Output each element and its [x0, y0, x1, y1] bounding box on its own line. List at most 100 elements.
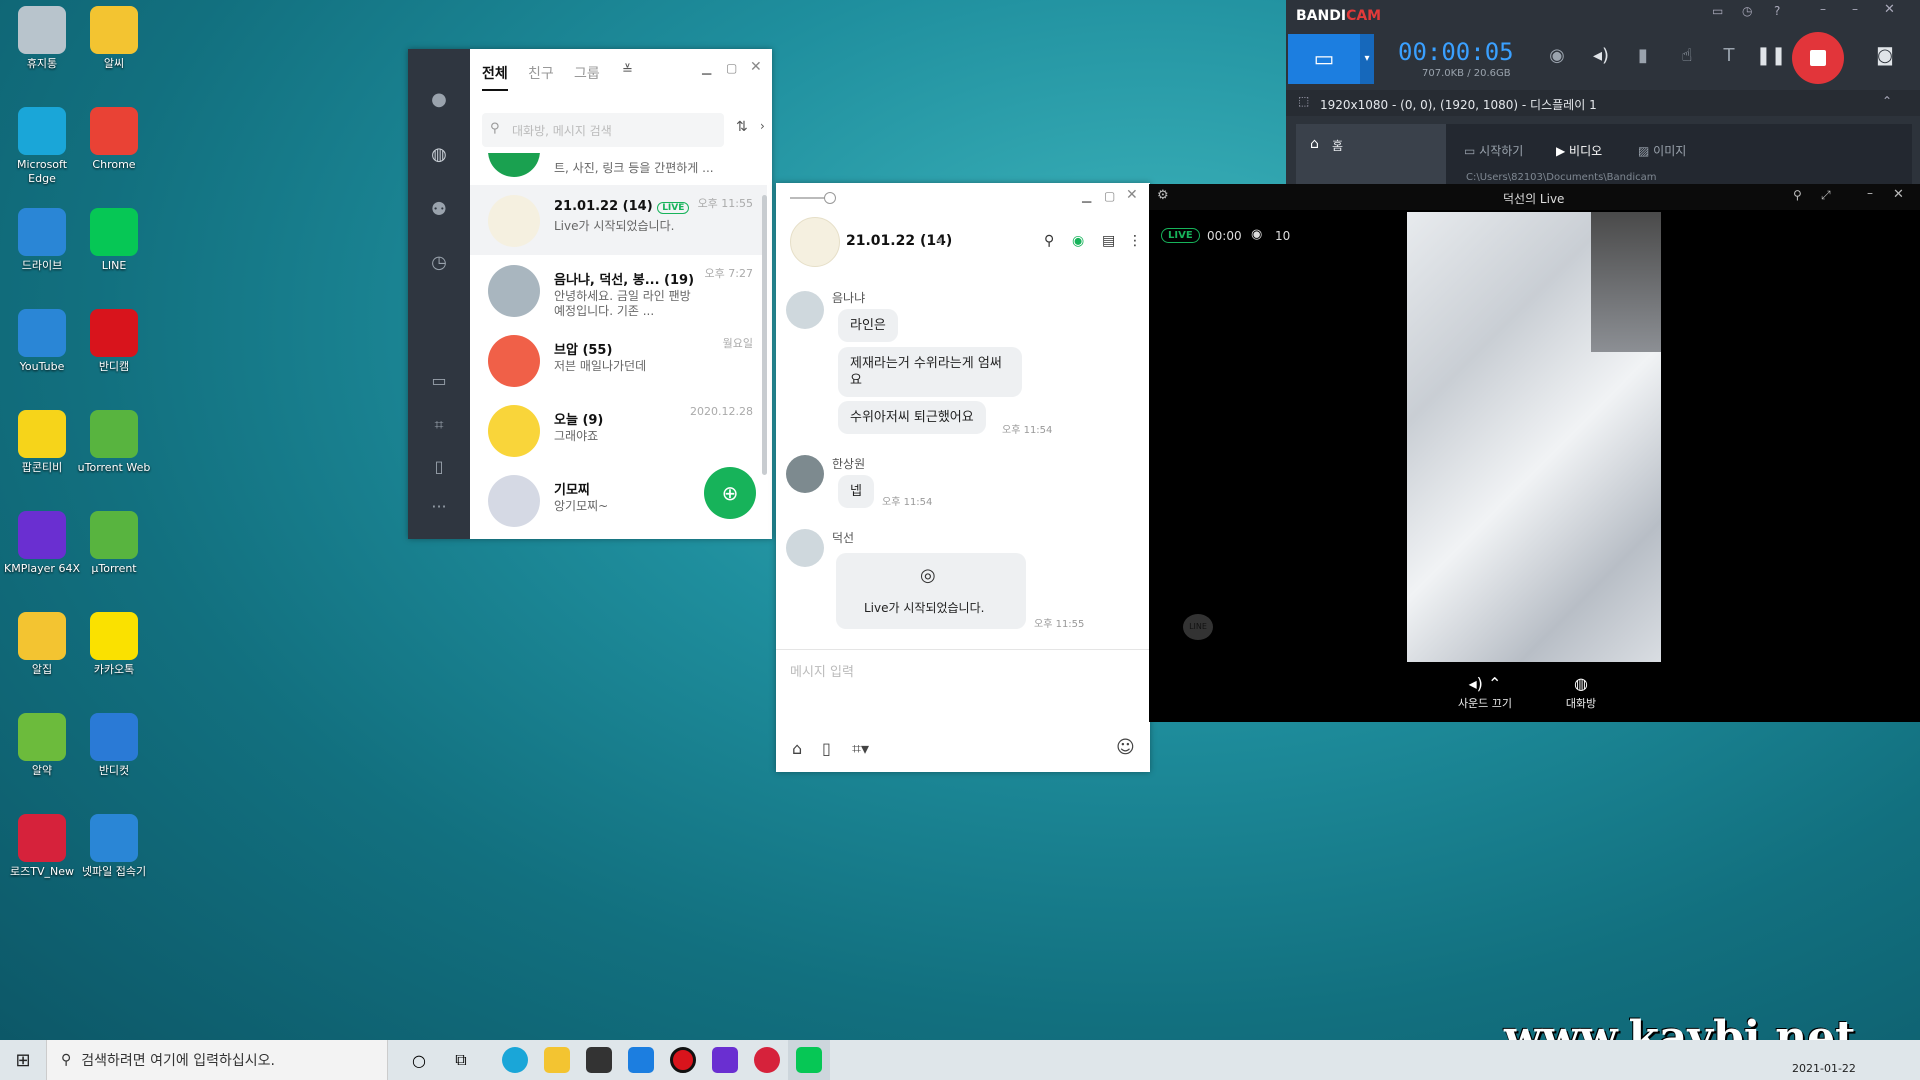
text-icon[interactable]: T: [1714, 40, 1744, 70]
desktop-icon[interactable]: 휴지통: [2, 6, 82, 71]
minimize-button[interactable]: –: [1820, 2, 1826, 16]
live-icon[interactable]: ◉: [1072, 233, 1084, 249]
desktop-icon[interactable]: YouTube: [2, 309, 82, 374]
history-icon[interactable]: ◷: [428, 252, 450, 274]
close-button[interactable]: ✕: [1884, 2, 1895, 17]
tab-groups[interactable]: 그룹: [574, 63, 600, 83]
maximize-button[interactable]: ▢: [1104, 189, 1115, 203]
desktop-icon[interactable]: 알씨: [74, 6, 154, 71]
desktop-icon[interactable]: 드라이브: [2, 208, 82, 273]
fullscreen-icon[interactable]: ⤢: [1821, 188, 1831, 203]
desktop-icon[interactable]: 카카오톡: [74, 612, 154, 677]
close-button[interactable]: ✕: [1126, 187, 1138, 203]
microphone-icon[interactable]: ▮: [1628, 40, 1658, 70]
desktop-icon[interactable]: KMPlayer 64X: [2, 511, 82, 576]
more-icon[interactable]: ···: [428, 497, 450, 519]
taskbar-line[interactable]: [788, 1040, 830, 1080]
nav-start[interactable]: ▭ 시작하기: [1464, 142, 1523, 159]
search-input[interactable]: ⚲ 대화방, 메시지 검색: [482, 113, 724, 147]
taskbar-explorer[interactable]: [536, 1040, 578, 1080]
collapse-chevron-icon[interactable]: ›: [760, 119, 765, 133]
scrollbar[interactable]: [762, 195, 767, 475]
message-input[interactable]: 메시지 입력: [790, 661, 854, 680]
pause-icon[interactable]: ❚❚: [1756, 40, 1786, 70]
nav-video[interactable]: ▶ 비디오: [1556, 142, 1602, 159]
speaker-icon[interactable]: ◂): [1586, 40, 1616, 70]
desktop-icon-label: 알약: [31, 764, 53, 777]
home-tab[interactable]: ⌂ 홈: [1296, 124, 1446, 184]
taskbar-store[interactable]: [578, 1040, 620, 1080]
tab-all[interactable]: 전체: [482, 63, 508, 91]
desktop-icon[interactable]: 반디캠: [74, 309, 154, 374]
maximize-button[interactable]: –: [1852, 2, 1858, 16]
bookmark-icon[interactable]: ▯: [428, 457, 450, 479]
cortana-button[interactable]: ○: [398, 1040, 440, 1080]
friends-icon[interactable]: ●: [428, 89, 450, 111]
minimize-button[interactable]: –: [1867, 186, 1873, 200]
chatroom-button[interactable]: ◍ 대화방: [1551, 674, 1611, 711]
chat-list-item[interactable]: 오늘 (9) 그래야죠 2020.12.28: [470, 395, 767, 465]
tab-friends[interactable]: 친구: [528, 63, 554, 83]
menu-icon[interactable]: ⋮: [1128, 233, 1142, 249]
cursor-icon[interactable]: ☝: [1672, 40, 1702, 70]
chat-list-item[interactable]: 21.01.22 (14) LIVE Live가 시작되었습니다. 오후 11:55: [470, 185, 767, 255]
settings-icon[interactable]: ⚙: [1157, 188, 1169, 203]
mode-dropdown[interactable]: ▾: [1360, 34, 1374, 84]
chat-list-item[interactable]: 음나냐, 덕선, 봉... (19) 안녕하세요. 금일 라인 팬방 예정입니다.…: [470, 255, 767, 325]
filter-icon[interactable]: ≚: [622, 63, 633, 78]
add-friend-icon[interactable]: ⚉: [428, 199, 450, 221]
new-chat-button[interactable]: ⊕: [704, 467, 756, 519]
folder-icon[interactable]: ▭: [1712, 4, 1723, 18]
taskbar-bandicam[interactable]: [662, 1040, 704, 1080]
sort-icon[interactable]: ⇅: [736, 119, 748, 135]
bookmark-icon[interactable]: ▯: [822, 739, 831, 758]
nav-image[interactable]: ▨ 이미지: [1638, 142, 1686, 159]
desktop-icon[interactable]: 알약: [2, 713, 82, 778]
close-button[interactable]: ✕: [750, 59, 762, 75]
desktop-icon[interactable]: µTorrent: [74, 511, 154, 576]
attach-icon[interactable]: ⌂: [792, 739, 802, 758]
desktop-icon[interactable]: 반디컷: [74, 713, 154, 778]
live-started-card[interactable]: ◎ Live가 시작되었습니다.: [836, 553, 1026, 629]
help-icon[interactable]: ?: [1774, 4, 1780, 18]
emoticon-icon[interactable]: ☺: [1116, 737, 1135, 758]
minimize-button[interactable]: ▁: [1082, 189, 1091, 203]
taskbar-edge[interactable]: [494, 1040, 536, 1080]
crop-icon[interactable]: ⌗: [428, 415, 450, 437]
capture-icon[interactable]: ⌗▾: [852, 739, 869, 759]
clock-icon[interactable]: ◷: [1742, 4, 1752, 18]
start-button[interactable]: ⊞: [0, 1040, 46, 1080]
desktop-icon[interactable]: 팝콘티비: [2, 410, 82, 475]
taskbar-search[interactable]: ⚲ 검색하려면 여기에 입력하십시오.: [46, 1040, 388, 1080]
chevron-up-icon[interactable]: ⌃: [1882, 94, 1892, 108]
webcam-icon[interactable]: ◉: [1542, 40, 1572, 70]
drawer-icon[interactable]: ▤: [1102, 233, 1115, 249]
video-add-icon[interactable]: ▭: [428, 371, 450, 393]
maximize-button[interactable]: ▢: [726, 61, 737, 75]
top-snippet-row[interactable]: 트, 사진, 링크 등을 간편하게 ...: [470, 153, 767, 187]
task-view-button[interactable]: ⧉: [440, 1040, 482, 1080]
chats-icon[interactable]: ◍: [428, 144, 450, 166]
desktop-icon[interactable]: Microsoft Edge: [2, 107, 82, 186]
taskbar-mail[interactable]: [620, 1040, 662, 1080]
desktop-icon[interactable]: 로즈TV_New: [2, 814, 82, 879]
desktop-icon[interactable]: uTorrent Web: [74, 410, 154, 475]
opacity-slider-knob[interactable]: [824, 192, 836, 204]
minimize-button[interactable]: ▁: [702, 61, 711, 75]
screen-mode-button[interactable]: ▭: [1288, 34, 1360, 84]
chat-list-item[interactable]: 브압 (55) 저븐 매일나가던데 월요일: [470, 325, 767, 395]
close-button[interactable]: ✕: [1893, 187, 1904, 202]
taskbar-rosetv[interactable]: [746, 1040, 788, 1080]
pin-icon[interactable]: ⚲: [1793, 188, 1802, 202]
desktop-icon[interactable]: Chrome: [74, 107, 154, 172]
desktop-icon[interactable]: 알집: [2, 612, 82, 677]
taskbar-kmplayer[interactable]: [704, 1040, 746, 1080]
sound-off-button[interactable]: ◂) ⌃ 사운드 끄기: [1445, 674, 1525, 711]
region-row[interactable]: ⬚ 1920x1080 - (0, 0), (1920, 1080) - 디스플…: [1286, 90, 1920, 116]
search-icon[interactable]: ⚲: [1044, 233, 1054, 249]
stop-record-button[interactable]: [1792, 32, 1844, 84]
camera-icon[interactable]: ◙: [1870, 40, 1900, 70]
desktop-icon[interactable]: 넷파일 접속기: [74, 814, 154, 879]
chat-name: 음나냐, 덕선, 봉... (19): [554, 273, 695, 288]
desktop-icon[interactable]: LINE: [74, 208, 154, 273]
